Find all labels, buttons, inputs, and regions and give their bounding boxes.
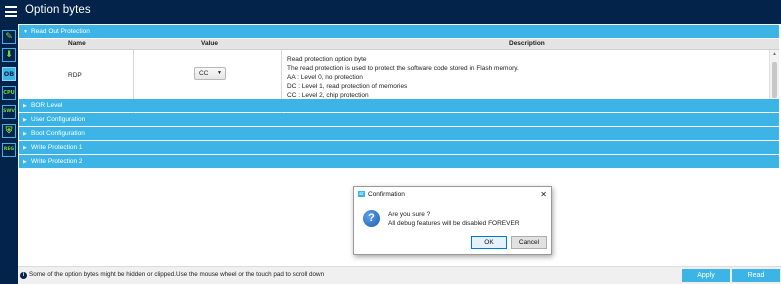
- download-icon[interactable]: ⬇: [2, 48, 16, 62]
- select-value: CC: [199, 70, 209, 77]
- ok-button[interactable]: OK: [471, 236, 507, 249]
- chevron-right-icon: ▶: [23, 103, 27, 109]
- swv-icon[interactable]: SWV: [2, 105, 16, 119]
- left-toolbar: ✎ ⬇ OB CPU SWV ⛨ REG: [0, 24, 18, 284]
- section-label: Read Out Protection: [31, 28, 90, 35]
- section-write-protection-1[interactable]: ▶ Write Protection 1: [19, 141, 779, 154]
- page-title: Option bytes: [25, 4, 91, 16]
- cpu-icon[interactable]: CPU: [2, 86, 16, 100]
- column-header-name: Name: [68, 40, 86, 47]
- menu-icon[interactable]: [5, 6, 17, 17]
- question-icon: ?: [363, 210, 380, 227]
- dialog-title-bar: ST Confirmation ✕: [354, 187, 551, 202]
- status-footer: i Some of the option bytes might be hidd…: [18, 266, 781, 284]
- chevron-right-icon: ▶: [23, 159, 27, 165]
- section-write-protection-2[interactable]: ▶ Write Protection 2: [19, 155, 779, 168]
- dropdown-arrow-icon: ▼: [217, 70, 222, 76]
- app-logo-icon: ST: [358, 191, 365, 197]
- scrollbar-thumb[interactable]: [772, 62, 777, 98]
- dialog-message: Are you sure ?: [388, 211, 431, 218]
- confirmation-dialog: ST Confirmation ✕ ? Are you sure ? All d…: [353, 186, 552, 255]
- description-line: AA : Level 0, no protection: [287, 74, 363, 81]
- close-icon[interactable]: ✕: [540, 187, 547, 202]
- section-boot-configuration[interactable]: ▶ Boot Configuration: [19, 127, 779, 140]
- scroll-up-icon[interactable]: ▲: [772, 51, 777, 57]
- cancel-button[interactable]: Cancel: [511, 236, 547, 249]
- section-user-configuration[interactable]: ▶ User Configuration: [19, 113, 779, 126]
- section-label: Write Protection 2: [31, 158, 83, 165]
- apply-button[interactable]: Apply: [682, 269, 730, 282]
- chevron-down-icon: ▼: [23, 29, 28, 35]
- description-line: DC : Level 1, read protection of memorie…: [287, 83, 408, 90]
- info-icon: i: [20, 272, 27, 279]
- column-header-description: Description: [509, 40, 545, 47]
- option-description: Read protection option byte The read pro…: [287, 55, 519, 100]
- footer-info-text: Some of the option bytes might be hidden…: [29, 271, 325, 278]
- section-label: Boot Configuration: [31, 130, 85, 137]
- description-line: The read protection is used to protect t…: [287, 65, 519, 72]
- description-line: Read protection option byte: [287, 56, 367, 63]
- ob-icon[interactable]: OB: [2, 67, 16, 81]
- edit-icon[interactable]: ✎: [2, 30, 16, 44]
- section-label: User Configuration: [31, 116, 86, 123]
- section-read-out-protection[interactable]: ▼ Read Out Protection: [19, 25, 779, 38]
- dialog-title: Confirmation: [368, 191, 405, 198]
- chevron-right-icon: ▶: [23, 145, 27, 151]
- chevron-right-icon: ▶: [23, 117, 27, 123]
- section-label: Write Protection 1: [31, 144, 83, 151]
- shield-icon[interactable]: ⛨: [2, 124, 16, 138]
- read-button[interactable]: Read: [732, 269, 780, 282]
- title-bar: Option bytes: [0, 0, 781, 24]
- column-header-value: Value: [201, 40, 218, 47]
- option-name: RDP: [68, 72, 82, 79]
- dialog-warning: All debug features will be disabled FORE…: [388, 220, 520, 227]
- reg-icon[interactable]: REG: [2, 143, 16, 157]
- dialog-body: ? Are you sure ? All debug features will…: [354, 202, 551, 254]
- table-header: Name Value Description: [19, 39, 779, 50]
- chevron-right-icon: ▶: [23, 131, 27, 137]
- rdp-value-select[interactable]: CC ▼: [194, 67, 226, 80]
- section-label: BOR Level: [31, 102, 63, 109]
- section-bor-level[interactable]: ▶ BOR Level: [19, 99, 779, 112]
